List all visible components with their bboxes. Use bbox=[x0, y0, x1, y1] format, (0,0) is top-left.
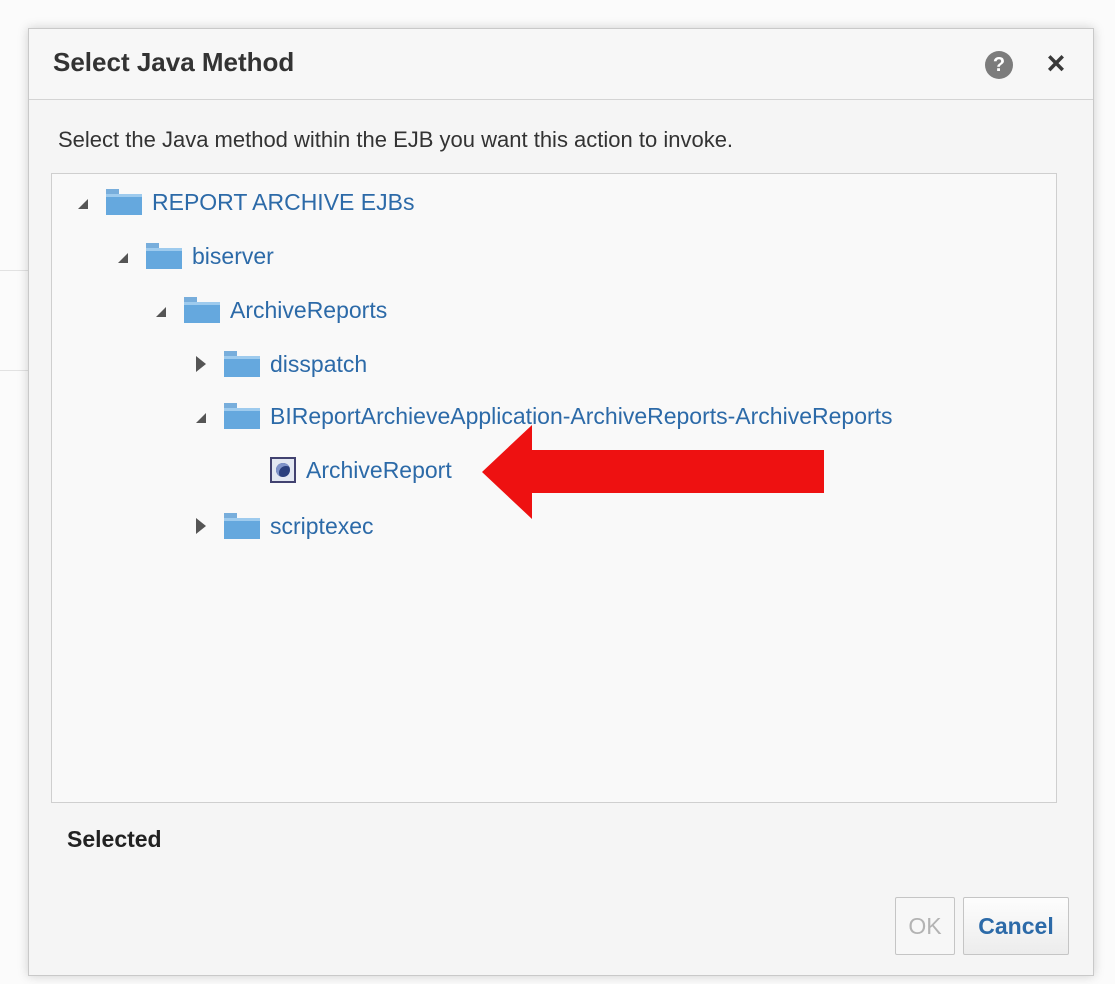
ok-button[interactable]: OK bbox=[895, 897, 955, 955]
expanded-triangle-icon[interactable] bbox=[146, 298, 170, 322]
annotation-arrow-icon bbox=[482, 425, 824, 519]
folder-icon bbox=[184, 297, 220, 323]
tree-node-report-archive-ejbs[interactable]: REPORT ARCHIVE EJBs bbox=[68, 182, 414, 222]
help-icon[interactable]: ? bbox=[985, 51, 1013, 79]
tree-node-label[interactable]: biserver bbox=[192, 243, 274, 270]
java-method-icon bbox=[270, 457, 296, 483]
collapsed-triangle-icon[interactable] bbox=[186, 514, 210, 538]
background-divider bbox=[0, 370, 30, 371]
expanded-triangle-icon[interactable] bbox=[186, 404, 210, 428]
folder-icon bbox=[106, 189, 142, 215]
folder-icon bbox=[146, 243, 182, 269]
cancel-button[interactable]: Cancel bbox=[963, 897, 1069, 955]
tree-node-disspatch[interactable]: disspatch bbox=[186, 344, 367, 384]
instruction-text: Select the Java method within the EJB yo… bbox=[58, 127, 734, 152]
folder-icon bbox=[224, 351, 260, 377]
tree-node-label[interactable]: disspatch bbox=[270, 351, 367, 378]
dialog-title: Select Java Method bbox=[53, 47, 295, 77]
folder-icon bbox=[224, 403, 260, 429]
tree-node-archivereports[interactable]: ArchiveReports bbox=[146, 290, 387, 330]
expanded-triangle-icon[interactable] bbox=[68, 190, 92, 214]
selected-label: Selected bbox=[67, 826, 162, 852]
tree-node-biserver[interactable]: biserver bbox=[108, 236, 274, 276]
tree-node-scriptexec[interactable]: scriptexec bbox=[186, 506, 374, 546]
close-icon[interactable]: × bbox=[1039, 43, 1073, 83]
tree-node-archivereport-method[interactable]: ArchiveReport bbox=[270, 450, 452, 490]
tree-node-label[interactable]: scriptexec bbox=[270, 513, 374, 540]
tree-node-label[interactable]: REPORT ARCHIVE EJBs bbox=[152, 189, 414, 216]
collapsed-triangle-icon[interactable] bbox=[186, 352, 210, 376]
tree-node-label[interactable]: ArchiveReports bbox=[230, 297, 387, 324]
tree-node-label[interactable]: ArchiveReport bbox=[306, 457, 452, 484]
expanded-triangle-icon[interactable] bbox=[108, 244, 132, 268]
dialog-titlebar: Select Java Method ? × bbox=[29, 29, 1093, 100]
background-divider bbox=[0, 270, 30, 271]
folder-icon bbox=[224, 513, 260, 539]
